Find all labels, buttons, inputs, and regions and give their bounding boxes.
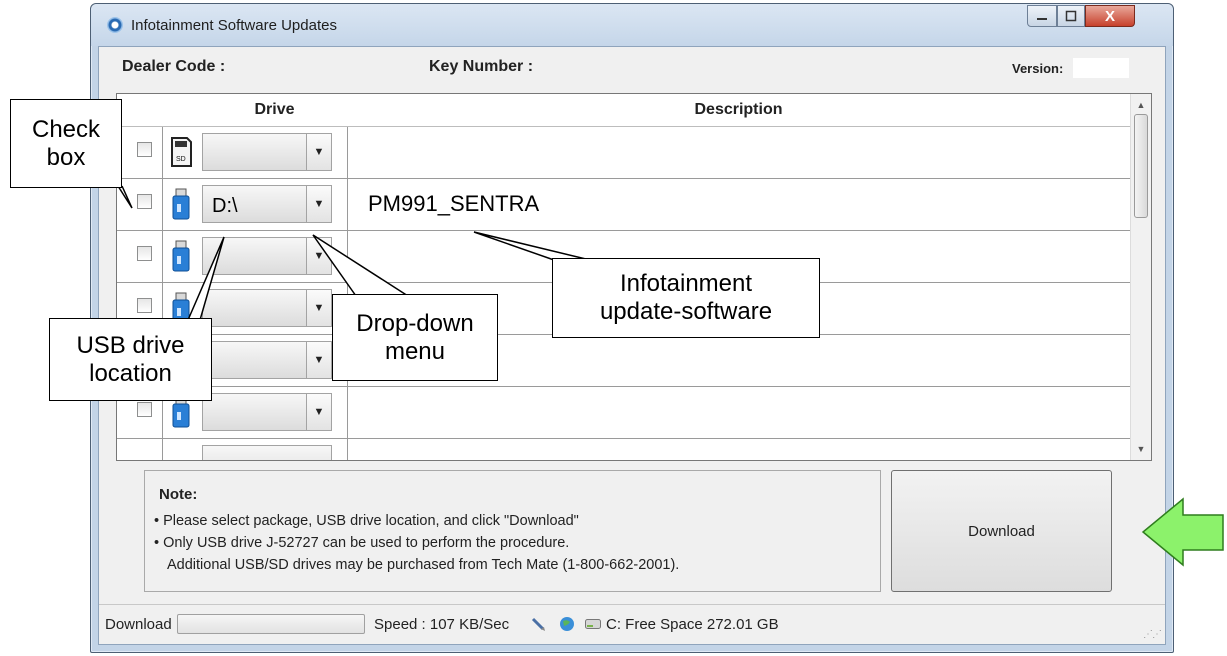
callout-usb-drive-location: USB drive location [49,318,212,401]
callout-line: Infotainment [619,270,753,297]
callout-drop-down-menu: Drop-down menu [332,294,498,381]
callout-check-box: Check box [10,99,122,188]
callout-line: Check [31,115,101,143]
callout-line: box [46,143,86,171]
green-arrow-icon [1141,497,1224,567]
callout-line: Drop-down [356,309,474,337]
callout-line: update-software [599,298,773,325]
callout-infotainment-update-software: Infotainment update-software [552,258,820,338]
callout-line: location [89,359,172,387]
callout-line: USB drive [76,331,185,359]
callout-line: menu [384,337,446,365]
